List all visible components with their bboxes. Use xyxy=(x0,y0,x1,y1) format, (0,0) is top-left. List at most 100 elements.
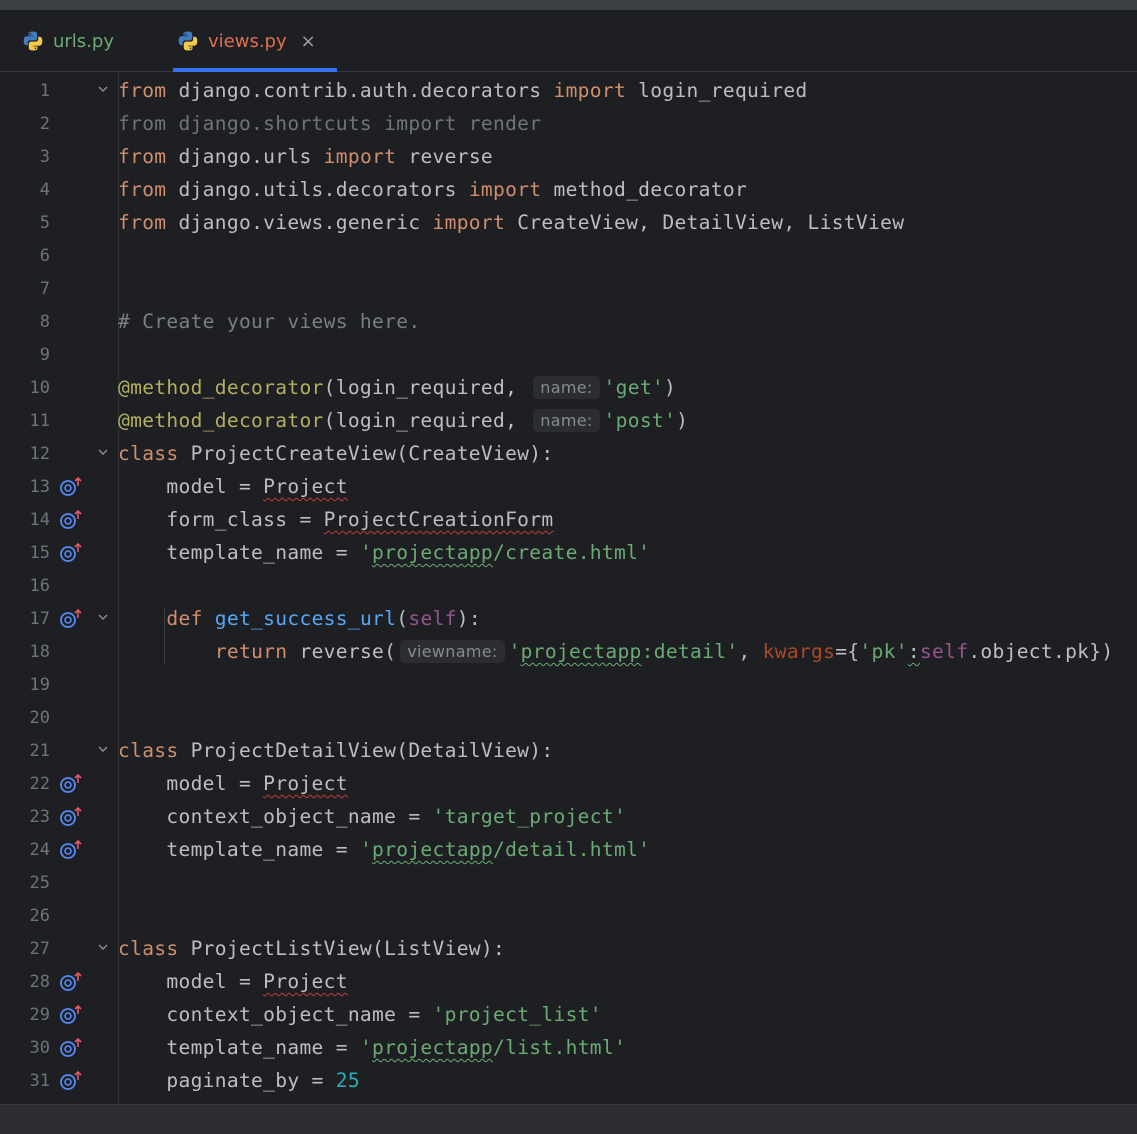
code-text: class ProjectListView(ListView): xyxy=(118,937,506,960)
code-line: 7 xyxy=(4,272,1137,305)
code-line: 14 form_class = ProjectCreationForm xyxy=(4,503,1137,536)
line-number: 7 xyxy=(39,278,50,299)
window-top-bar xyxy=(0,0,1137,10)
code-text: def get_success_url(self): xyxy=(166,607,481,630)
code-text: from django.utils.decorators import meth… xyxy=(118,178,748,201)
override-method-icon[interactable] xyxy=(59,608,83,630)
line-number: 31 xyxy=(29,1070,50,1091)
line-number: 13 xyxy=(29,476,50,497)
code-line: 17 def get_success_url(self): xyxy=(4,602,1137,635)
line-number: 6 xyxy=(39,245,50,266)
line-number: 21 xyxy=(29,740,50,761)
close-tab-icon[interactable]: × xyxy=(301,31,316,52)
override-method-icon[interactable] xyxy=(59,839,83,861)
line-number: 4 xyxy=(39,179,50,200)
line-number: 27 xyxy=(29,938,50,959)
tab-urls-py[interactable]: urls.py xyxy=(22,10,114,72)
code-text-unused-import: from django.shortcuts import render xyxy=(118,112,542,135)
code-text: from django.urls import reverse xyxy=(118,145,494,168)
line-number: 9 xyxy=(39,344,50,365)
override-method-icon[interactable] xyxy=(59,1070,83,1092)
code-text: return reverse(viewname:'projectapp:deta… xyxy=(214,640,1114,663)
parameter-hint: name: xyxy=(533,409,600,432)
code-line: 15 template_name = 'projectapp/create.ht… xyxy=(4,536,1137,569)
line-number: 26 xyxy=(29,905,50,926)
code-line: 10 @method_decorator(login_required, nam… xyxy=(4,371,1137,404)
line-number: 25 xyxy=(29,872,50,893)
line-number: 10 xyxy=(29,377,50,398)
line-number: 2 xyxy=(39,113,50,134)
code-line: 11 @method_decorator(login_required, nam… xyxy=(4,404,1137,437)
code-text: template_name = 'projectapp/detail.html' xyxy=(118,838,651,861)
override-method-icon[interactable] xyxy=(59,806,83,828)
line-number: 18 xyxy=(29,641,50,662)
code-text: template_name = 'projectapp/create.html' xyxy=(118,541,651,564)
fold-chevron-icon[interactable] xyxy=(96,445,110,459)
line-number: 19 xyxy=(29,674,50,695)
code-text: class ProjectDetailView(DetailView): xyxy=(118,739,554,762)
code-line: 20 xyxy=(4,701,1137,734)
parameter-hint: name: xyxy=(533,376,600,399)
line-number: 16 xyxy=(29,575,50,596)
fold-chevron-icon[interactable] xyxy=(96,82,110,96)
editor-tab-bar: urls.py views.py × xyxy=(0,10,1137,72)
code-line: 2 from django.shortcuts import render xyxy=(4,107,1137,140)
fold-chevron-icon[interactable] xyxy=(96,940,110,954)
override-method-icon[interactable] xyxy=(59,1037,83,1059)
code-line: 16 xyxy=(4,569,1137,602)
override-method-icon[interactable] xyxy=(59,773,83,795)
line-number: 24 xyxy=(29,839,50,860)
code-text: form_class = ProjectCreationForm xyxy=(118,508,554,531)
code-text: @method_decorator(login_required, name: '… xyxy=(118,409,689,432)
bottom-panel xyxy=(0,1104,1137,1134)
tab-label: views.py xyxy=(208,30,287,52)
tab-views-py[interactable]: views.py × xyxy=(177,10,316,72)
code-editor[interactable]: 1 from django.contrib.auth.decorators im… xyxy=(4,73,1137,1104)
code-line: 24 template_name = 'projectapp/detail.ht… xyxy=(4,833,1137,866)
code-text: from django.views.generic import CreateV… xyxy=(118,211,905,234)
line-number: 22 xyxy=(29,773,50,794)
code-line: 22 model = Project xyxy=(4,767,1137,800)
code-text: model = Project xyxy=(118,772,348,795)
code-line: 21 class ProjectDetailView(DetailView): xyxy=(4,734,1137,767)
fold-chevron-icon[interactable] xyxy=(96,610,110,624)
code-line: 19 xyxy=(4,668,1137,701)
code-line: 26 xyxy=(4,899,1137,932)
override-method-icon[interactable] xyxy=(59,971,83,993)
override-method-icon[interactable] xyxy=(59,1004,83,1026)
code-line: 12 class ProjectCreateView(CreateView): xyxy=(4,437,1137,470)
line-number: 29 xyxy=(29,1004,50,1025)
line-number: 5 xyxy=(39,212,50,233)
code-line: 27 class ProjectListView(ListView): xyxy=(4,932,1137,965)
line-number: 30 xyxy=(29,1037,50,1058)
code-line: 25 xyxy=(4,866,1137,899)
code-line: 8 # Create your views here. xyxy=(4,305,1137,338)
override-method-icon[interactable] xyxy=(59,476,83,498)
code-line: 6 xyxy=(4,239,1137,272)
line-number: 8 xyxy=(39,311,50,332)
line-number: 28 xyxy=(29,971,50,992)
code-line: 23 context_object_name = 'target_project… xyxy=(4,800,1137,833)
code-text: template_name = 'projectapp/list.html' xyxy=(118,1036,627,1059)
code-text: paginate_by = 25 xyxy=(118,1069,360,1092)
code-line: 28 model = Project xyxy=(4,965,1137,998)
fold-chevron-icon[interactable] xyxy=(96,742,110,756)
active-tab-indicator xyxy=(173,68,337,72)
code-line: 30 template_name = 'projectapp/list.html… xyxy=(4,1031,1137,1064)
python-file-icon xyxy=(23,31,43,51)
line-number: 12 xyxy=(29,443,50,464)
python-file-icon xyxy=(178,31,198,51)
code-line: 5 from django.views.generic import Creat… xyxy=(4,206,1137,239)
tab-label: urls.py xyxy=(53,30,114,52)
override-method-icon[interactable] xyxy=(59,542,83,564)
line-number: 1 xyxy=(39,80,50,101)
line-number: 17 xyxy=(29,608,50,629)
code-line: 9 xyxy=(4,338,1137,371)
line-number: 15 xyxy=(29,542,50,563)
code-line: 31 paginate_by = 25 xyxy=(4,1064,1137,1097)
code-line: 4 from django.utils.decorators import me… xyxy=(4,173,1137,206)
code-text: from django.contrib.auth.decorators impo… xyxy=(118,79,808,102)
code-line: 13 model = Project xyxy=(4,470,1137,503)
code-text: model = Project xyxy=(118,475,348,498)
override-method-icon[interactable] xyxy=(59,509,83,531)
